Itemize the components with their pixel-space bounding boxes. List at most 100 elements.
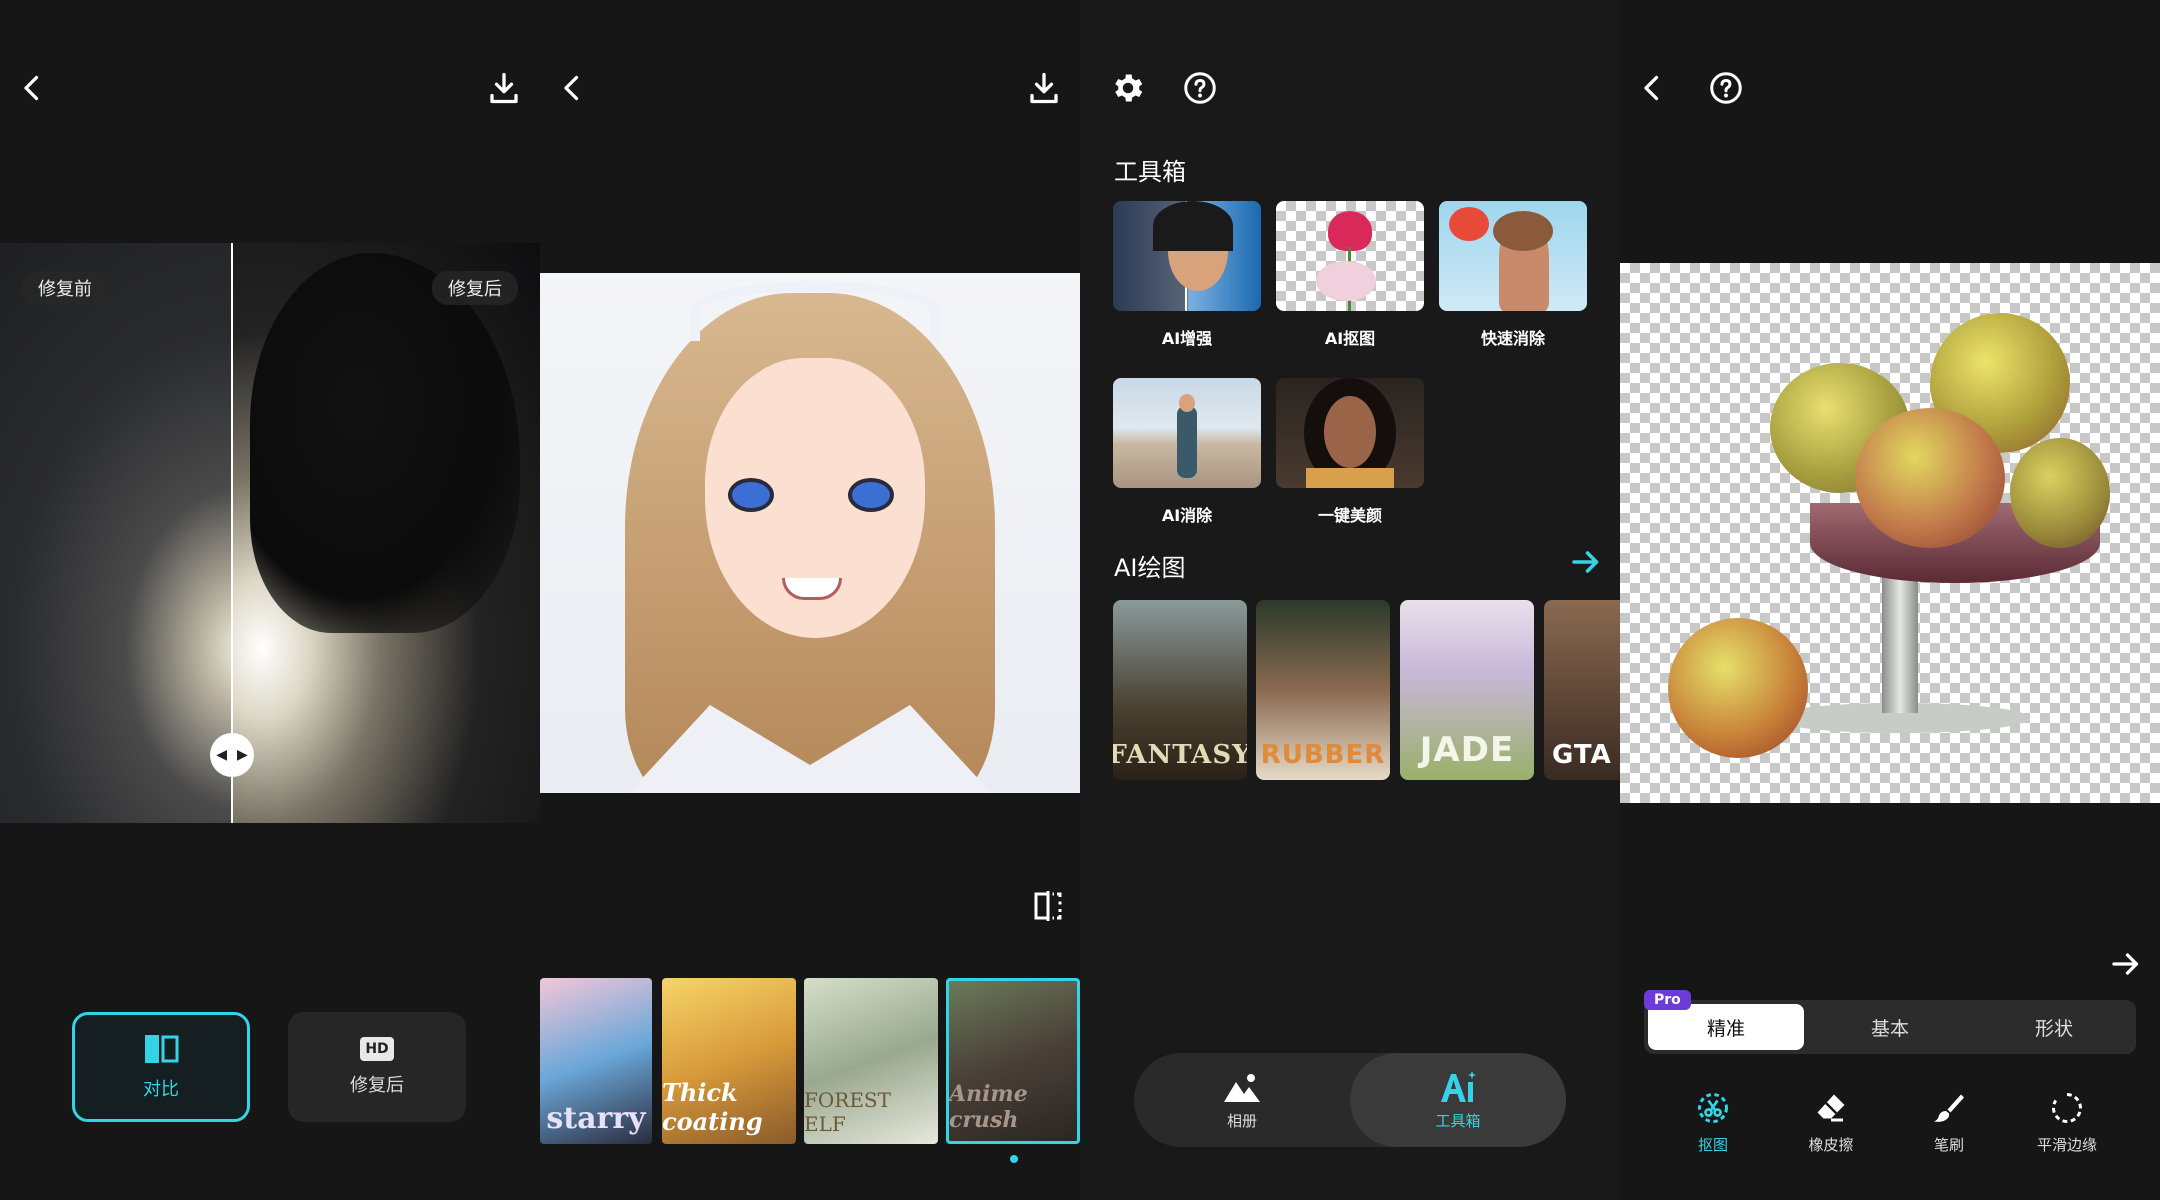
arrow-left-icon: ◀ <box>216 747 227 763</box>
pomegranate <box>1668 618 1808 758</box>
tool-ai-remove[interactable]: AI消除 <box>1113 378 1261 526</box>
style-thumb-starry[interactable]: starry <box>540 978 652 1144</box>
back-button[interactable] <box>544 60 600 116</box>
panel-anime-style: starry Thick coating FOREST ELF Anime cr… <box>540 0 1080 1200</box>
panel-cutout-editor: 精准 基本 形状 Pro 抠图 橡皮擦 笔刷 平滑边缘 <box>1620 0 2160 1200</box>
arrow-right-icon <box>2112 953 2139 975</box>
after-mode-button[interactable]: HD 修复后 <box>288 1012 466 1122</box>
tool-ai-cutout[interactable]: AI抠图 <box>1276 201 1424 349</box>
tool-label: 一键美颜 <box>1317 506 1382 525</box>
toolbox-title: 工具箱 <box>1114 158 1186 186</box>
ai-card-jade[interactable]: JADE <box>1400 600 1534 780</box>
tool-thumb <box>1113 201 1261 311</box>
nav-album[interactable]: 相册 <box>1134 1053 1350 1147</box>
tool-one-click-beauty[interactable]: 一键美颜 <box>1276 378 1424 526</box>
compare-toggle-button[interactable] <box>1020 878 1076 934</box>
ai-card-label: GTA S <box>1552 740 1620 770</box>
chevron-left-icon <box>24 75 39 101</box>
tool-label: AI消除 <box>1161 506 1213 525</box>
style-label: FOREST ELF <box>804 1088 891 1136</box>
compare-mode-button[interactable]: 对比 <box>72 1012 250 1122</box>
style-label: starry <box>546 1101 646 1136</box>
brush-icon <box>1934 1094 1964 1122</box>
seg-basic[interactable]: 基本 <box>1812 1004 1968 1050</box>
download-icon <box>490 72 518 104</box>
anime-result-image <box>540 273 1080 793</box>
tool-thumb <box>1276 378 1424 488</box>
chevron-left-icon <box>1644 75 1659 101</box>
ai-sparkle-icon <box>1441 1070 1476 1102</box>
selection-mode-segmented: 精准 基本 形状 <box>1644 1000 2136 1054</box>
page-indicator-dot <box>1010 1155 1018 1163</box>
pomegranate <box>2010 438 2110 548</box>
help-icon <box>1710 72 1742 104</box>
next-button[interactable] <box>2098 936 2154 992</box>
tool-quick-erase[interactable]: 快速消除 <box>1439 201 1587 349</box>
smooth-edge-icon <box>2052 1093 2082 1123</box>
tool-eraser[interactable]: 橡皮擦 <box>1776 1090 1886 1155</box>
style-thumb-thick-coating[interactable]: Thick coating <box>662 978 796 1144</box>
ai-draw-title: AI绘图 <box>1114 554 1186 582</box>
help-button[interactable] <box>1172 60 1228 116</box>
ai-card-label: JADE <box>1419 730 1515 770</box>
download-button[interactable] <box>1016 60 1072 116</box>
tool-label: 平滑边缘 <box>2036 1136 2097 1154</box>
help-button[interactable] <box>1698 60 1754 116</box>
hd-icon: HD <box>360 1037 394 1061</box>
tool-smooth-edge[interactable]: 平滑边缘 <box>2012 1090 2122 1155</box>
style-label: Thick coating <box>662 1078 763 1136</box>
nav-toolbox-label: 工具箱 <box>1435 1111 1481 1130</box>
after-tag: 修复后 <box>432 271 518 305</box>
style-thumb-forest-elf[interactable]: FOREST ELF <box>804 978 938 1144</box>
download-button[interactable] <box>476 60 532 116</box>
bowl-stem <box>1882 563 1918 713</box>
bottom-navigation: 相册 工具箱 <box>1134 1053 1566 1147</box>
tool-thumb <box>1113 378 1261 488</box>
tool-brush[interactable]: 笔刷 <box>1894 1090 2004 1155</box>
tool-label: 抠图 <box>1697 1136 1728 1154</box>
cutout-canvas[interactable] <box>1620 263 2160 803</box>
seg-precise[interactable]: 精准 <box>1648 1004 1804 1050</box>
compare-icon <box>145 1035 179 1063</box>
ai-card-gta[interactable]: GTA S <box>1544 600 1620 780</box>
tool-ai-enhance[interactable]: AI增强 <box>1113 201 1261 349</box>
back-button[interactable] <box>1624 60 1680 116</box>
style-label: Anime crush <box>949 1081 1028 1133</box>
gear-icon <box>1115 74 1143 102</box>
compare-image[interactable]: ◀ ▶ 修复前 修复后 <box>0 243 540 823</box>
ai-card-fantasy[interactable]: FANTASY <box>1113 600 1247 780</box>
scissors-select-icon <box>1698 1093 1728 1123</box>
tool-label: AI抠图 <box>1324 329 1376 348</box>
pro-badge: Pro <box>1644 990 1691 1010</box>
help-icon <box>1184 72 1216 104</box>
tool-label: 快速消除 <box>1480 329 1545 348</box>
tool-cutout[interactable]: 抠图 <box>1658 1090 1768 1155</box>
settings-button[interactable] <box>1100 60 1156 116</box>
ai-draw-more-button[interactable] <box>1558 534 1614 590</box>
style-thumbnail-row: starry Thick coating FOREST ELF Anime cr… <box>540 978 1080 1146</box>
panel-toolbox: 工具箱 AI增强 AI抠图 快速消除 AI消除 一键美颜 AI绘图 FANTAS… <box>1080 0 1620 1200</box>
seg-shape[interactable]: 形状 <box>1976 1004 2132 1050</box>
anime-eye-right <box>848 478 894 512</box>
anime-headband <box>690 281 940 341</box>
ai-card-label: RUBBER <box>1260 740 1386 770</box>
style-thumb-anime-crush[interactable]: Anime crush <box>946 978 1080 1144</box>
mountain-image-icon <box>1224 1073 1260 1102</box>
tool-label: AI增强 <box>1161 329 1213 348</box>
compare-mode-label: 对比 <box>143 1079 179 1100</box>
tool-thumb <box>1439 201 1587 311</box>
chevron-left-icon <box>564 75 579 101</box>
anime-eye-left <box>728 478 774 512</box>
before-tag: 修复前 <box>22 271 108 305</box>
back-button[interactable] <box>4 60 60 116</box>
download-icon <box>1030 72 1058 104</box>
nav-toolbox[interactable]: 工具箱 <box>1350 1053 1566 1147</box>
nav-album-label: 相册 <box>1226 1111 1257 1130</box>
ai-card-rubber[interactable]: RUBBER <box>1256 600 1390 780</box>
after-mode-label: 修复后 <box>350 1075 404 1096</box>
eraser-icon <box>1817 1094 1845 1122</box>
split-compare-icon <box>1034 891 1062 921</box>
tool-thumb <box>1276 201 1424 311</box>
arrow-right-icon: ▶ <box>237 747 248 763</box>
compare-slider-handle[interactable]: ◀ ▶ <box>210 733 254 777</box>
